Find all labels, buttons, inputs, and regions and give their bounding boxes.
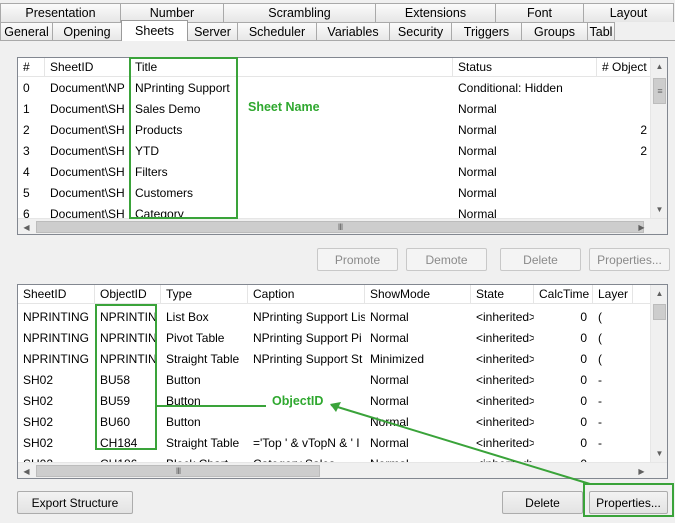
annotation-lines — [157, 402, 591, 485]
tab-sheets[interactable]: Sheets — [121, 20, 188, 41]
properties-connector-line — [330, 404, 591, 485]
